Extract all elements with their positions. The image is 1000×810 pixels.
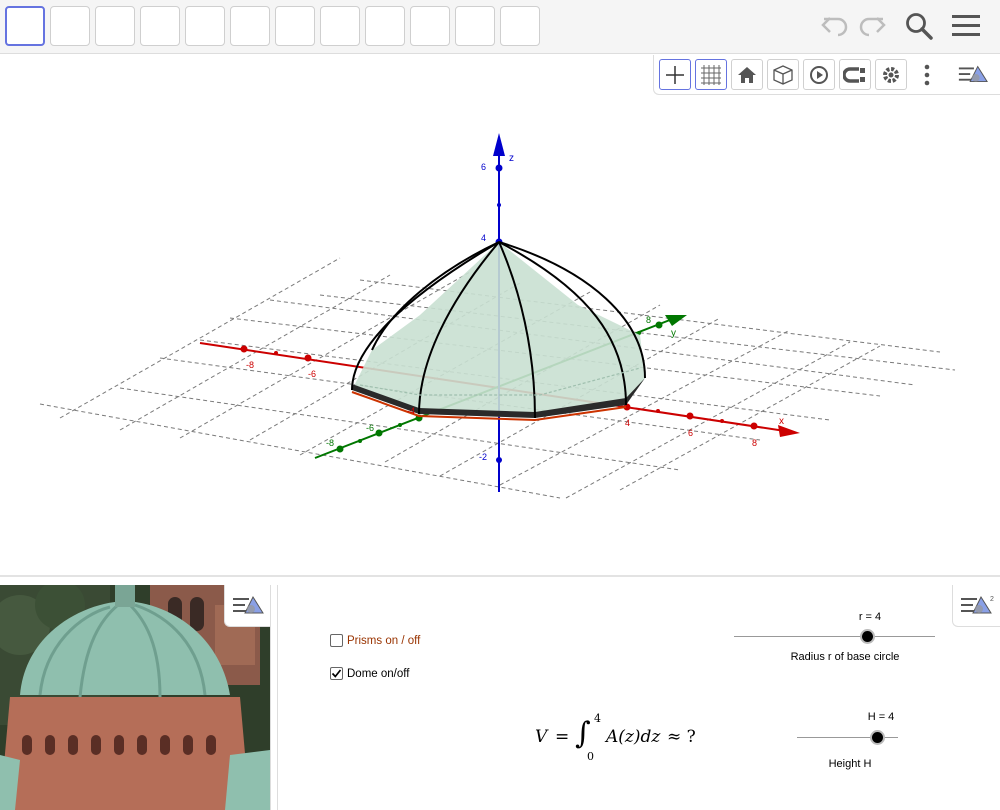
rotate-view-icon[interactable] — [803, 59, 835, 90]
graphics2-view-toggle[interactable]: 2 — [952, 585, 1000, 627]
formula-integrand: A(z)dz — [606, 727, 661, 747]
z-tick-label: 6 — [481, 162, 486, 172]
tool-rotate-button[interactable] — [410, 6, 450, 46]
style-bar-3d — [653, 55, 1000, 95]
axes-icon[interactable] — [659, 59, 691, 90]
home-icon[interactable] — [731, 59, 763, 90]
z-axis-label: z — [509, 153, 514, 164]
z-tick-label: 4 — [481, 233, 486, 243]
tool-pyramid-button[interactable] — [185, 6, 225, 46]
search-icon[interactable] — [902, 10, 936, 42]
x-tick-label: -6 — [308, 369, 316, 379]
photo-view-toggle[interactable] — [224, 585, 270, 627]
tool-view-button[interactable] — [455, 6, 495, 46]
slider-h-value-label: H = 4 — [867, 711, 895, 723]
tool-plane-button[interactable] — [140, 6, 180, 46]
slider-r-knob[interactable] — [860, 629, 875, 644]
x-tick-label: 4 — [625, 418, 630, 428]
dome-checkbox-label: Dome on/off — [347, 667, 410, 680]
prisms-checkbox-row[interactable]: Prisms on / off — [330, 634, 420, 647]
tool-reflect-button[interactable] — [320, 6, 360, 46]
main-toolbar — [0, 0, 1000, 54]
slider-r-track[interactable] — [734, 636, 935, 637]
panel-divider[interactable] — [270, 585, 278, 810]
undo-icon[interactable] — [818, 10, 852, 42]
slider-r-value-label: r = 4 — [858, 611, 882, 623]
y-tick-label: -8 — [326, 438, 334, 448]
formula-rhs: ≈ ? — [667, 727, 696, 747]
view-toggle-icon[interactable] — [957, 59, 989, 90]
prisms-checkbox-label: Prisms on / off — [347, 634, 421, 647]
slider-r-caption: Radius r of base circle — [790, 651, 900, 663]
projection-icon[interactable] — [839, 59, 871, 90]
graphics-3d-canvas[interactable]: z y x 6 4 -2 -8 -6 -4 4 6 8 8 -6 -8 — [0, 55, 1000, 577]
settings-icon[interactable] — [875, 59, 907, 90]
x-axis-label: x — [779, 416, 784, 427]
graphics-3d-view[interactable]: z y x 6 4 -2 -8 -6 -4 4 6 8 8 -6 -8 — [0, 55, 1000, 577]
prisms-checkbox[interactable] — [330, 634, 343, 647]
menu-icon[interactable] — [949, 10, 983, 42]
volume-formula: V = ∫ 4 0 A(z)dz ≈ ? — [535, 712, 715, 766]
view-toggle-icon — [232, 595, 264, 613]
z-axis-arrow — [493, 133, 505, 156]
slider-h-caption: Height H — [828, 758, 872, 770]
tool-text-button[interactable] — [365, 6, 405, 46]
x-tick-label: -8 — [246, 360, 254, 370]
x-tick-label: -4 — [407, 406, 415, 416]
formula-lower-limit: 0 — [587, 750, 594, 763]
formula-lhs: V — [535, 727, 548, 747]
more-icon[interactable] — [911, 59, 943, 90]
x-tick-label: 8 — [752, 438, 757, 448]
redo-icon[interactable] — [855, 10, 889, 42]
view-cube-icon[interactable] — [767, 59, 799, 90]
dome-checkbox-row[interactable]: Dome on/off — [330, 667, 409, 680]
formula-upper-limit: 4 — [594, 712, 601, 725]
tool-line-button[interactable] — [95, 6, 135, 46]
x-tick-label: 6 — [688, 428, 693, 438]
view-toggle-icon: 2 — [960, 595, 994, 613]
y-axis-label: y — [671, 328, 676, 339]
grid-icon[interactable] — [695, 59, 727, 90]
integral-icon: ∫ — [575, 716, 591, 751]
tool-move-button[interactable] — [5, 6, 45, 46]
z-tick-label: -2 — [479, 452, 487, 462]
tool-point-button[interactable] — [50, 6, 90, 46]
tool-extra-button[interactable] — [500, 6, 540, 46]
y-tick-label: -6 — [366, 423, 374, 433]
dome-solid[interactable] — [351, 241, 646, 422]
formula-equals: = — [555, 727, 570, 747]
y-tick-label: 8 — [646, 315, 651, 325]
dome-checkbox[interactable] — [330, 667, 343, 680]
slider-h-knob[interactable] — [870, 730, 885, 745]
svg-text:2: 2 — [990, 596, 994, 603]
tool-angle-button[interactable] — [275, 6, 315, 46]
tool-sphere-button[interactable] — [230, 6, 270, 46]
check-icon — [331, 669, 342, 678]
